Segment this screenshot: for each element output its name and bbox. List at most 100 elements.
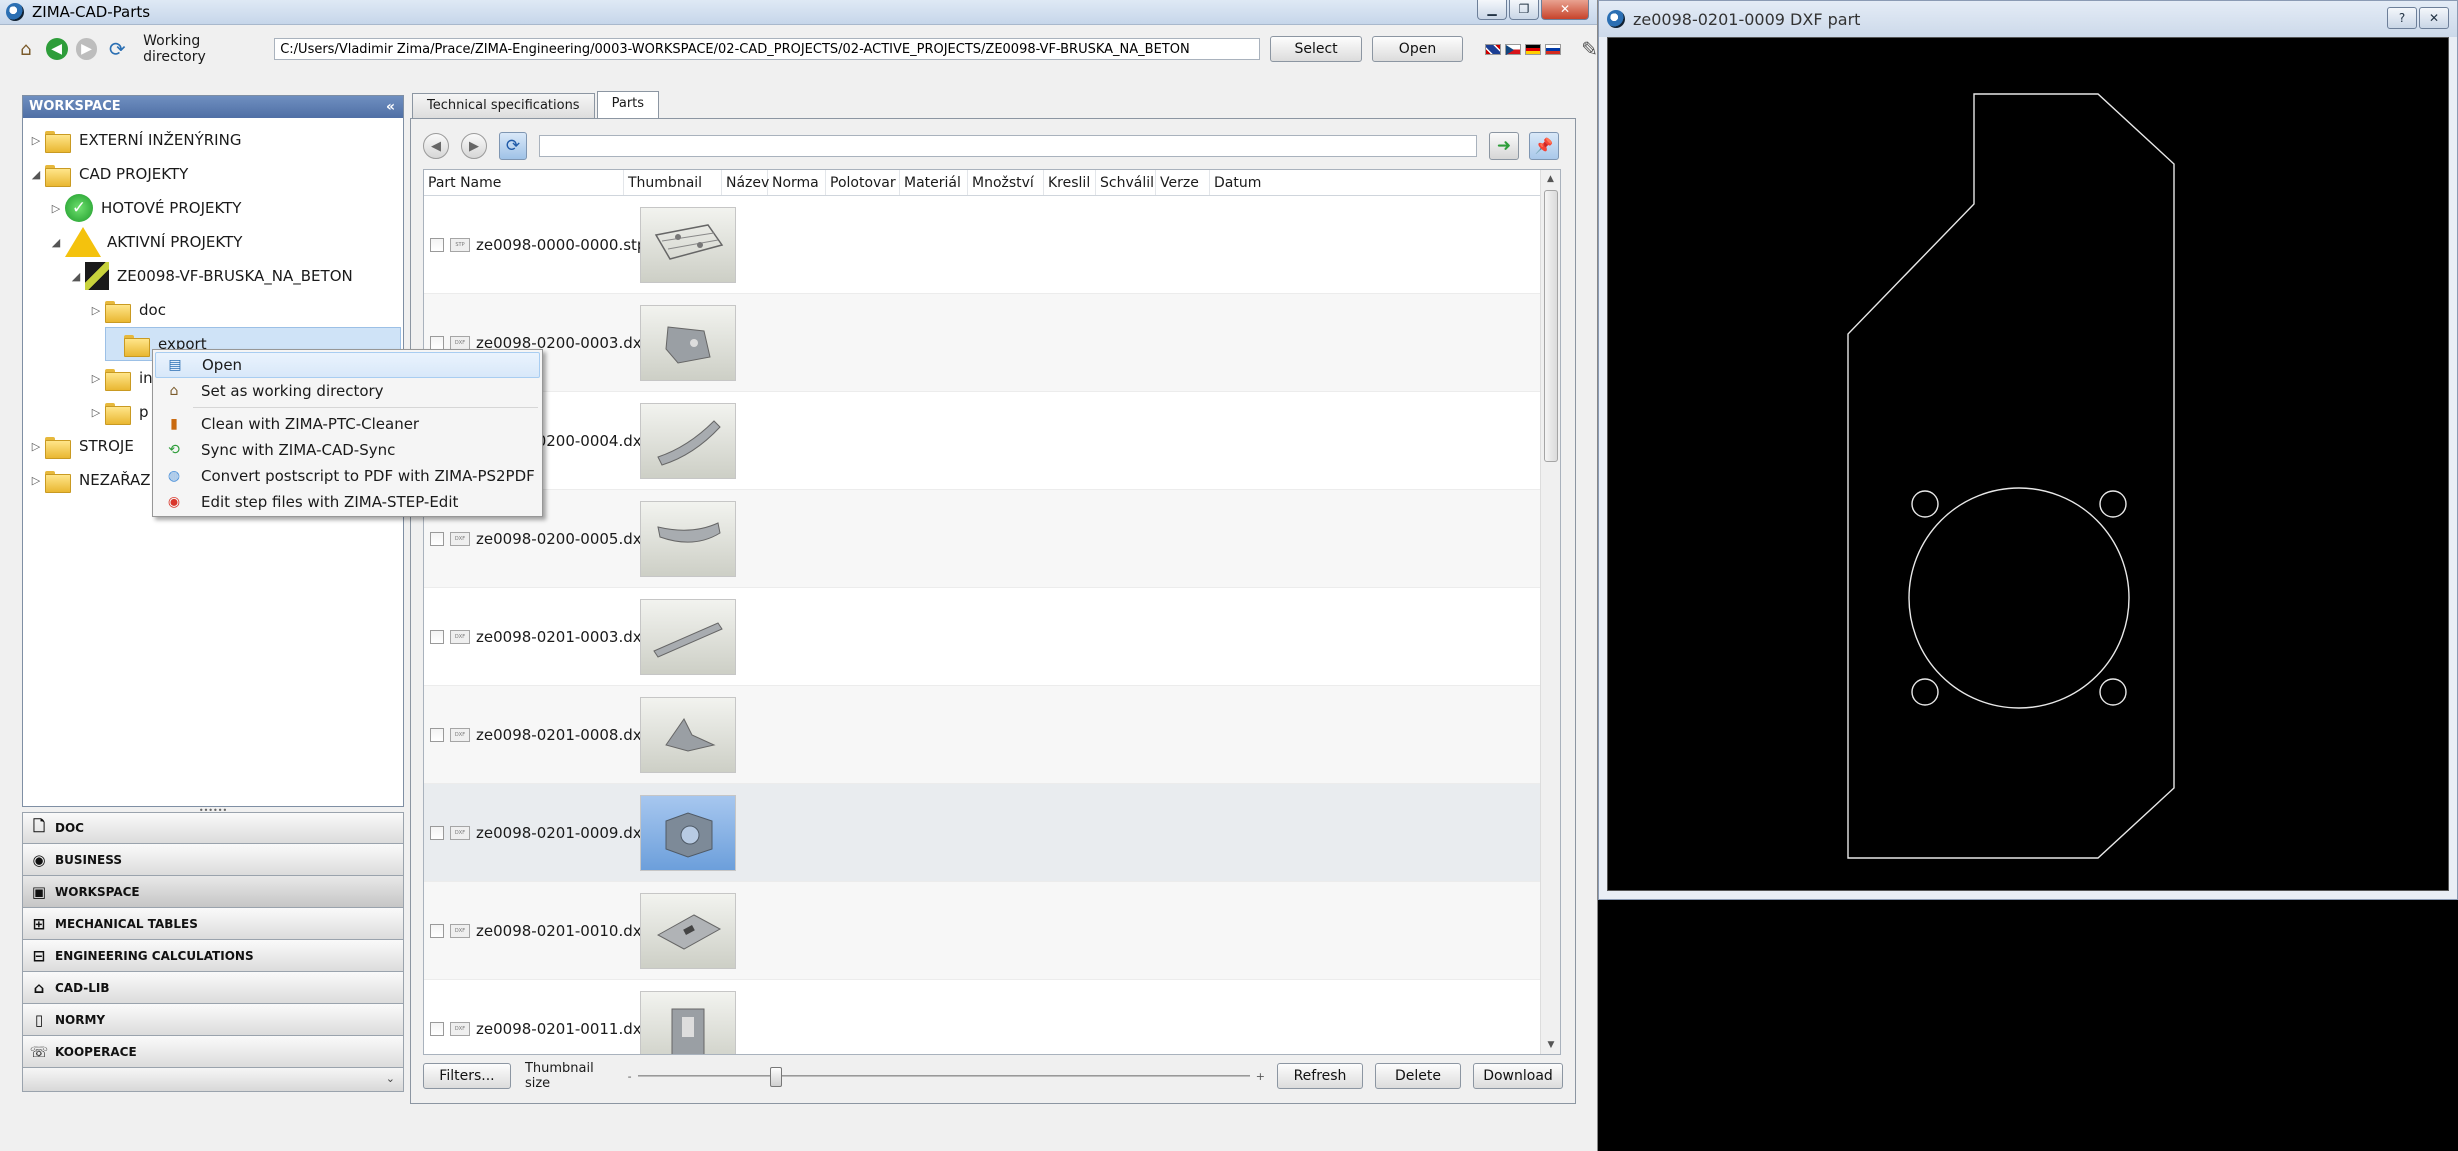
row-checkbox[interactable] [430,237,444,252]
table-row[interactable]: DXF ze0098-0200-0003.dxf [424,294,1540,392]
table-row[interactable]: STP ze0098-0000-0000.stp [424,196,1540,294]
nav-cad-lib[interactable]: ⌂ CAD-LIB [22,972,404,1004]
thumbnail-size-slider[interactable] [637,1066,1250,1087]
settings-tools-icon[interactable]: ✎ [1581,37,1598,61]
table-row[interactable]: DXF ze0098-0201-0009.dxf [424,784,1540,882]
part-thumbnail[interactable] [640,696,736,773]
tree-item-in[interactable]: ▷ in [87,361,153,395]
menu-item-set-working-directory[interactable]: ⌂ Set as working directory [155,378,540,404]
col-schvalil[interactable]: Schválil [1096,170,1156,195]
home-icon[interactable]: ⌂ [14,37,38,61]
tab-parts[interactable]: Parts [596,91,660,118]
tree-item-doc[interactable]: ▷ doc [87,293,166,327]
parts-path-input[interactable] [539,135,1477,157]
tree-item-cad-projekty[interactable]: ◢ CAD PROJEKTY [27,157,188,191]
tree-item-aktivni-projekty[interactable]: ◢ AKTIVNÍ PROJEKTY [47,225,242,259]
col-mnozstvi[interactable]: Množství [968,170,1044,195]
dxf-close-button[interactable]: ✕ [2419,7,2449,29]
tree-item-ze0098-project[interactable]: ◢ ZE0098-VF-BRUSKA_NA_BETON [67,259,353,293]
refresh-button[interactable]: Refresh [1277,1063,1363,1089]
expand-icon[interactable]: ▷ [47,202,65,215]
row-checkbox[interactable] [430,727,444,742]
tree-item-p[interactable]: ▷ p [87,395,149,429]
part-thumbnail[interactable] [640,402,736,479]
refresh-icon[interactable]: ⟳ [499,132,527,160]
collapse-icon[interactable]: « [386,96,395,118]
part-thumbnail[interactable] [640,598,736,675]
back-icon[interactable]: ◀ [423,133,449,159]
forward-icon[interactable]: ▶ [461,133,487,159]
part-thumbnail[interactable] [640,304,736,381]
german-flag-icon[interactable] [1525,43,1542,55]
expand-icon[interactable]: ▷ [27,474,45,487]
menu-item-ps2pdf[interactable]: ◍ Convert postscript to PDF with ZIMA-PS… [155,463,540,489]
expand-icon[interactable]: ▷ [87,372,105,385]
expand-icon[interactable]: ▷ [87,304,105,317]
nav-business[interactable]: ◉ BUSINESS [22,844,404,876]
row-checkbox[interactable] [430,531,444,546]
scroll-up-icon[interactable]: ▲ [1541,170,1560,188]
nav-mechanical-tables[interactable]: ⊞ MECHANICAL TABLES [22,908,404,940]
select-button[interactable]: Select [1270,36,1362,62]
pin-icon[interactable]: 📌 [1529,132,1559,160]
part-thumbnail[interactable] [640,500,736,577]
expand-icon[interactable]: ▷ [27,440,45,453]
part-thumbnail[interactable] [640,794,736,871]
tab-technical-specifications[interactable]: Technical specifications [412,93,595,118]
part-thumbnail[interactable] [640,990,736,1054]
col-kreslil[interactable]: Kreslil [1044,170,1096,195]
col-thumbnail[interactable]: Thumbnail [624,170,722,195]
go-arrow-icon[interactable]: ➜ [1489,132,1519,160]
working-directory-input[interactable] [274,38,1261,60]
col-nazev[interactable]: Název [722,170,769,195]
row-checkbox[interactable] [430,629,444,644]
help-button[interactable]: ? [2387,7,2417,29]
back-icon[interactable]: ◀ [45,38,68,60]
scroll-down-icon[interactable]: ▼ [1541,1036,1560,1054]
table-row[interactable]: DXF ze0098-0201-0008.dxf [424,686,1540,784]
scrollbar-thumb[interactable] [1544,190,1558,462]
col-material[interactable]: Materiál [900,170,968,195]
table-row[interactable]: DXF ze0098-0200-0005.dxf [424,490,1540,588]
czech-flag-icon[interactable] [1505,43,1522,55]
menu-item-cad-sync[interactable]: ⟲ Sync with ZIMA-CAD-Sync [155,437,540,463]
row-checkbox[interactable] [430,825,444,840]
row-checkbox[interactable] [430,335,444,350]
slider-handle[interactable] [769,1067,782,1087]
part-thumbnail[interactable] [640,892,736,969]
tree-item-hotove-projekty[interactable]: ▷ ✓ HOTOVÉ PROJEKTY [47,191,241,225]
download-button[interactable]: Download [1473,1063,1563,1089]
table-row[interactable]: DXF ze0098-0201-0003.dxf [424,588,1540,686]
filters-button[interactable]: Filters... [423,1063,511,1089]
col-part-name[interactable]: Part Name [424,170,624,195]
table-row[interactable]: DXF ze0098-0200-0004.dxf [424,392,1540,490]
nav-engineering-calculations[interactable]: ⊟ ENGINEERING CALCULATIONS [22,940,404,972]
row-checkbox[interactable] [430,1021,444,1036]
close-button[interactable]: ✕ [1541,0,1589,20]
collapse-tree-icon[interactable]: ◢ [27,168,45,181]
english-flag-icon[interactable] [1485,43,1502,55]
vertical-scrollbar[interactable]: ▲ ▼ [1540,170,1560,1054]
nav-normy[interactable]: ▯ NORMY [22,1004,404,1036]
collapse-tree-icon[interactable]: ◢ [67,270,85,283]
nav-kooperace[interactable]: ☏ KOOPERACE [22,1036,404,1068]
nav-workspace[interactable]: ▣ WORKSPACE [22,876,404,908]
menu-item-step-edit[interactable]: ◉ Edit step files with ZIMA-STEP-Edit [155,489,540,515]
tree-item-externi-inzenyring[interactable]: ▷ EXTERNÍ INŽENÝRING [27,123,241,157]
expand-icon[interactable]: ▷ [87,406,105,419]
refresh-icon[interactable]: ⟳ [105,37,129,61]
maximize-button[interactable]: ❐ [1509,0,1539,20]
delete-button[interactable]: Delete [1375,1063,1461,1089]
menu-item-ptc-cleaner[interactable]: ▮ Clean with ZIMA-PTC-Cleaner [155,411,540,437]
open-button[interactable]: Open [1371,36,1464,62]
dxf-drawing-canvas[interactable] [1607,37,2449,891]
russian-flag-icon[interactable] [1545,43,1562,55]
col-datum[interactable]: Datum [1210,170,1310,195]
tree-item-stroje[interactable]: ▷ STROJE [27,429,134,463]
expand-icon[interactable]: ▷ [27,134,45,147]
forward-icon[interactable]: ▶ [75,38,98,60]
col-verze[interactable]: Verze [1156,170,1210,195]
tree-item-nezarazeno[interactable]: ▷ NEZAŘAZ [27,463,151,497]
col-norma[interactable]: Norma [768,170,826,195]
nav-doc[interactable]: 🗋 DOC [22,812,404,844]
